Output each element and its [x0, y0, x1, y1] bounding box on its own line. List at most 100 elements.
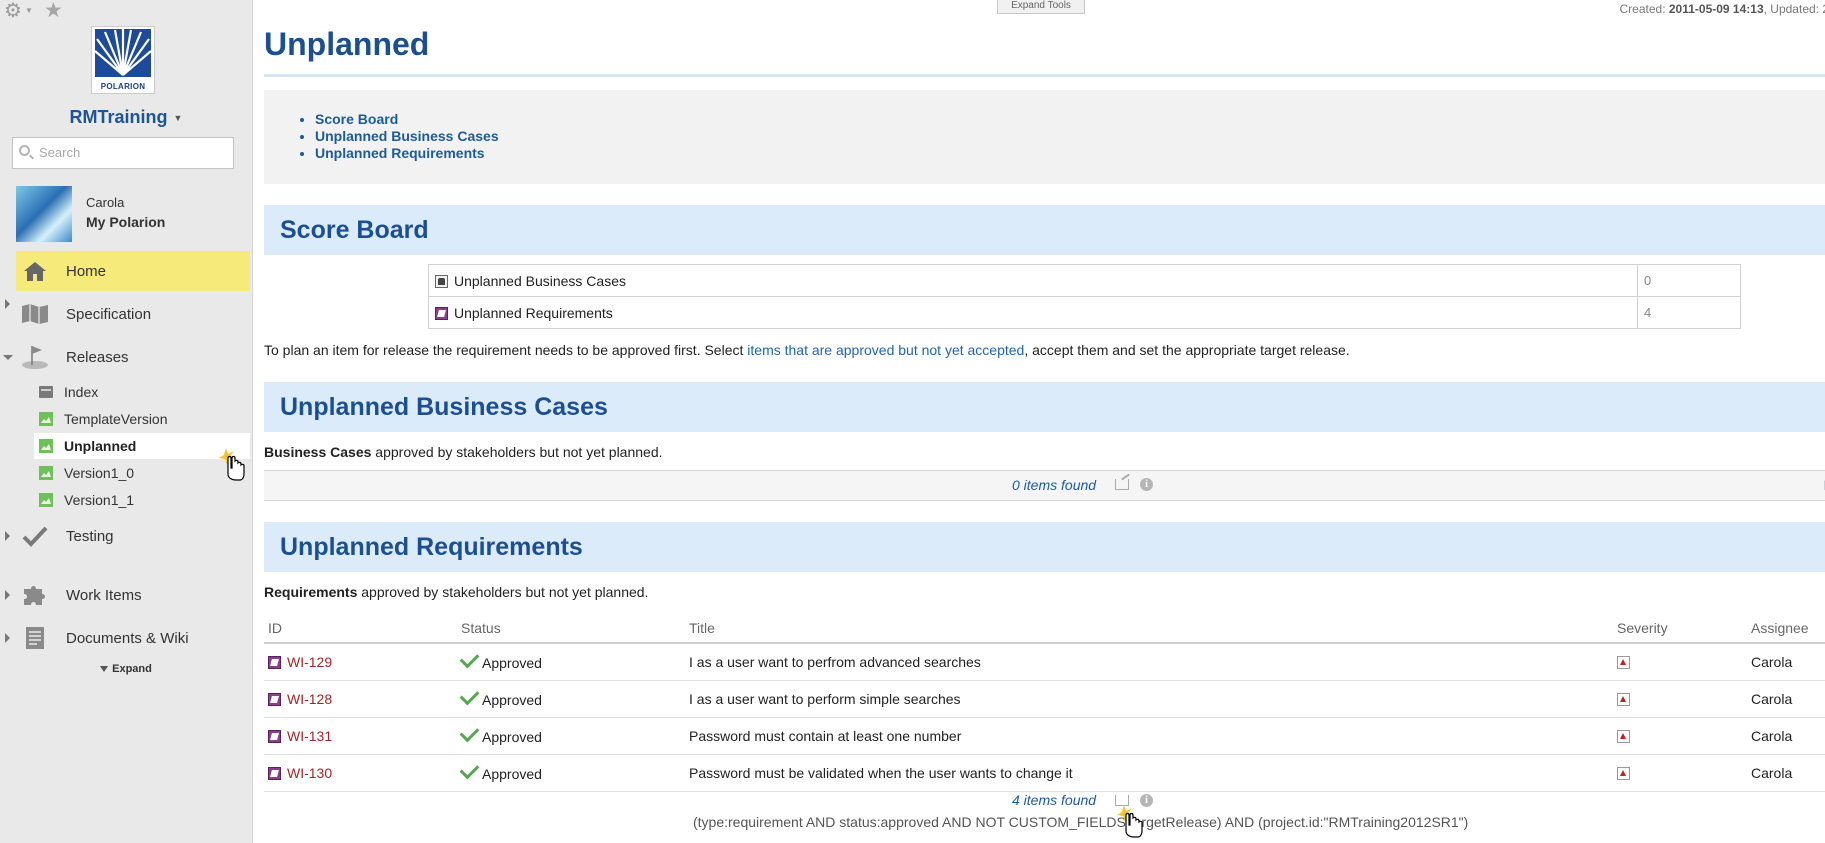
table-row: Unplanned Business Cases 0 — [428, 264, 1741, 297]
page-title: Unplanned — [264, 26, 430, 62]
expand-tools-button[interactable]: Expand Tools — [997, 0, 1085, 14]
table-row: Unplanned Requirements 4 — [428, 296, 1741, 329]
table-row[interactable]: WI-130 Approved Password must be validat… — [264, 754, 1825, 792]
sidebar-item-testing[interactable]: Testing — [16, 516, 250, 556]
note-text: , accept them and set the appropriate ta… — [1024, 342, 1350, 358]
polarion-logo[interactable]: POLARION — [91, 26, 155, 94]
requirements-description: Requirements approved by stakeholders bu… — [264, 584, 648, 600]
main-content: Expand Tools Created: 2011-05-09 14:13, … — [264, 0, 1825, 843]
home-icon — [20, 258, 50, 284]
assignee-cell: Carola — [1747, 680, 1825, 718]
requirement-icon — [268, 767, 281, 780]
status-cell: Approved — [457, 643, 685, 681]
items-found-count[interactable]: 0 items found — [1012, 477, 1096, 493]
title-cell[interactable]: I as a user want to perform simple searc… — [685, 680, 1613, 718]
business-cases-result-bar: 0 items found i E — [264, 470, 1825, 501]
table-header-row: ID Status Title Severity Assignee — [264, 614, 1825, 644]
wiki-page-icon — [39, 412, 53, 426]
wiki-page-icon — [39, 493, 53, 507]
severity-cell — [1613, 680, 1747, 718]
sidebar-item-label: Testing — [66, 527, 114, 545]
score-label: Unplanned Requirements — [454, 304, 613, 321]
logo-rays-icon — [95, 29, 151, 77]
info-icon[interactable]: i — [1140, 478, 1153, 491]
collapse-arrow-icon[interactable] — [3, 355, 13, 360]
archive-icon — [39, 386, 53, 398]
table-row[interactable]: WI-129 Approved I as a user want to perf… — [264, 643, 1825, 681]
toc-link-score-board[interactable]: Score Board — [315, 111, 499, 128]
column-header-id[interactable]: ID — [264, 614, 457, 644]
sidebar-item-version1-1[interactable]: Version1_1 — [34, 487, 250, 513]
sidebar-item-index[interactable]: Index — [34, 379, 250, 405]
toc-link-business-cases[interactable]: Unplanned Business Cases — [315, 128, 499, 145]
expand-arrow-icon[interactable] — [5, 531, 10, 541]
project-name[interactable]: RMTraining — [70, 107, 168, 127]
star-icon[interactable]: ★ — [44, 0, 63, 22]
score-board-table: Unplanned Business Cases 0 Unplanned Req… — [428, 264, 1741, 329]
score-label-cell[interactable]: Unplanned Requirements — [428, 296, 1638, 329]
work-item-link[interactable]: WI-130 — [287, 765, 332, 781]
approved-items-link[interactable]: items that are approved but not yet acce… — [747, 342, 1024, 358]
work-item-link[interactable]: WI-129 — [287, 654, 332, 670]
search-box[interactable] — [12, 137, 234, 169]
items-found-count[interactable]: 4 items found — [1012, 792, 1096, 808]
business-case-icon — [435, 274, 448, 288]
work-item-link[interactable]: WI-131 — [287, 728, 332, 744]
desc-bold: Business Cases — [264, 444, 372, 460]
project-selector[interactable]: RMTraining ▼ — [0, 107, 252, 128]
severity-cell — [1613, 754, 1747, 792]
table-row[interactable]: WI-131 Approved Password must contain at… — [264, 717, 1825, 755]
avatar[interactable] — [16, 186, 72, 242]
logo-text: POLARION — [100, 82, 146, 91]
sidebar-item-documents-wiki[interactable]: Documents & Wiki — [16, 618, 250, 658]
sidebar-item-label: Home — [66, 262, 107, 280]
my-polarion-link[interactable]: My Polarion — [86, 214, 165, 230]
status-text: Approved — [482, 729, 542, 745]
expand-arrow-icon[interactable] — [5, 633, 10, 643]
hand-cursor-icon — [1117, 805, 1143, 838]
expand-arrow-icon[interactable] — [5, 590, 10, 600]
created-updated-info: Created: 2011-05-09 14:13, Updated: 2( — [1620, 2, 1825, 16]
wiki-page-icon — [39, 439, 53, 453]
chevron-down-icon[interactable]: ▼ — [25, 6, 33, 15]
export-icon[interactable] — [1115, 479, 1129, 490]
section-heading-requirements: Unplanned Requirements — [264, 522, 1825, 572]
search-input[interactable] — [37, 144, 221, 161]
severity-cell — [1613, 643, 1747, 681]
sidebar-item-releases[interactable]: Releases — [16, 337, 250, 377]
planning-note: To plan an item for release the requirem… — [264, 342, 1350, 358]
expand-button[interactable]: Expand — [0, 663, 252, 675]
table-row[interactable]: WI-128 Approved I as a user want to perf… — [264, 680, 1825, 718]
sidebar-item-label: Specification — [66, 305, 152, 323]
hand-cursor-icon — [219, 448, 245, 481]
assignee-cell: Carola — [1747, 754, 1825, 792]
status-cell: Approved — [457, 680, 685, 718]
requirement-icon — [435, 306, 448, 320]
sidebar-item-home[interactable]: Home — [16, 251, 250, 291]
sidebar-item-templateversion[interactable]: TemplateVersion — [34, 406, 250, 432]
requirement-icon — [268, 730, 281, 743]
score-count: 4 — [1637, 296, 1741, 329]
column-header-status[interactable]: Status — [457, 614, 685, 644]
sidebar-item-work-items[interactable]: Work Items — [16, 575, 250, 615]
desc-text: approved by stakeholders but not yet pla… — [371, 444, 663, 460]
work-item-link[interactable]: WI-128 — [287, 691, 332, 707]
score-label-cell[interactable]: Unplanned Business Cases — [428, 264, 1638, 297]
column-header-title[interactable]: Title — [685, 614, 1613, 644]
sidebar-item-label: Index — [64, 384, 99, 400]
map-icon — [20, 301, 50, 327]
title-cell[interactable]: Password must be validated when the user… — [685, 754, 1613, 792]
gear-icon[interactable]: ⚙ — [4, 0, 22, 22]
sidebar-item-label: Unplanned — [64, 438, 137, 454]
chevron-down-icon[interactable]: ▼ — [174, 113, 183, 123]
column-header-severity[interactable]: Severity — [1613, 614, 1747, 644]
title-divider — [264, 74, 1825, 77]
severity-critical-icon — [1617, 693, 1630, 706]
expand-arrow-icon[interactable] — [5, 299, 10, 309]
toc-link-requirements[interactable]: Unplanned Requirements — [315, 145, 499, 162]
sidebar-item-specification[interactable]: Specification — [16, 294, 250, 334]
status-text: Approved — [482, 766, 542, 782]
title-cell[interactable]: Password must contain at least one numbe… — [685, 717, 1613, 755]
column-header-assignee[interactable]: Assignee — [1747, 614, 1825, 644]
title-cell[interactable]: I as a user want to perfrom advanced sea… — [685, 643, 1613, 681]
